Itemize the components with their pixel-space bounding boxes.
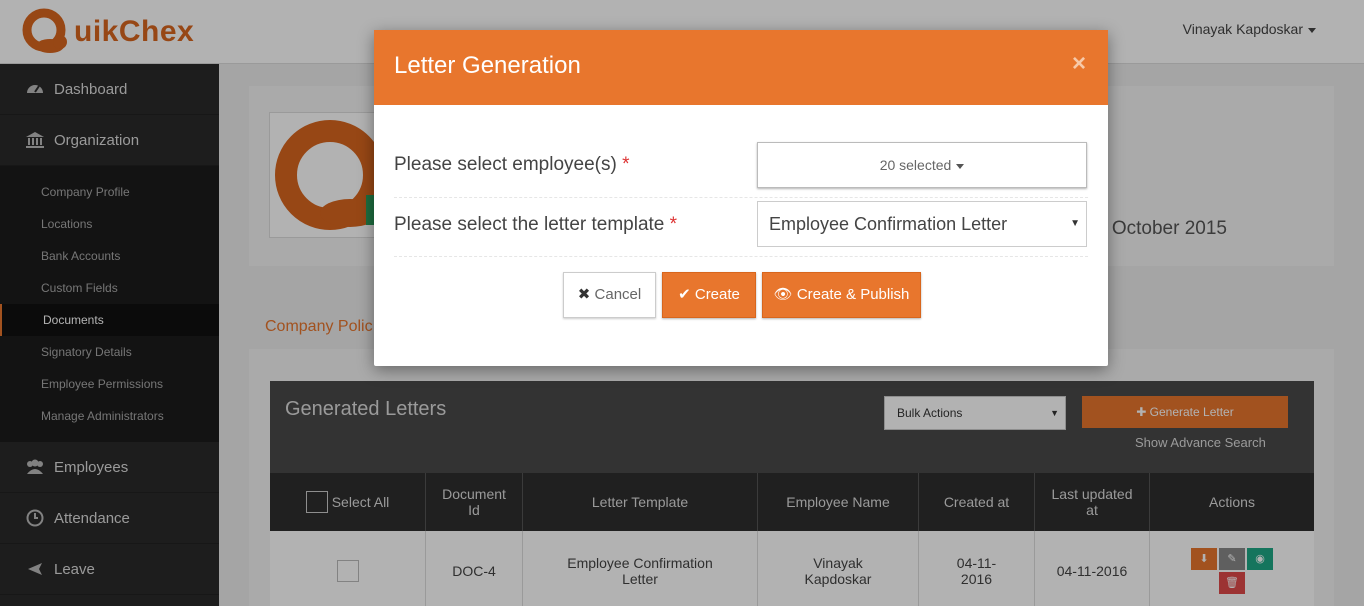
caret-down-icon	[956, 163, 965, 169]
eye-icon: 👁	[773, 286, 793, 303]
template-select-value: Employee Confirmation Letter	[769, 214, 1008, 234]
employee-label-text: Please select employee(s)	[394, 154, 617, 175]
required-mark: *	[622, 154, 630, 175]
template-select-row: Please select the letter template * Empl…	[394, 201, 1088, 257]
chevron-down-icon: ▼	[1070, 218, 1080, 229]
modal-header: Letter Generation ×	[374, 30, 1108, 105]
template-select-label: Please select the letter template *	[394, 214, 677, 236]
letter-generation-modal: Letter Generation × Please select employ…	[374, 30, 1108, 366]
publish-label: Create & Publish	[796, 286, 910, 303]
cancel-label: Cancel	[594, 286, 642, 303]
employee-select-label: Please select employee(s) *	[394, 154, 630, 176]
required-mark: *	[669, 214, 678, 235]
create-and-publish-button[interactable]: 👁 Create & Publish	[762, 272, 921, 318]
close-icon: ✖	[577, 286, 591, 303]
cancel-button[interactable]: ✖ Cancel	[563, 272, 656, 318]
close-icon[interactable]: ×	[1072, 50, 1086, 78]
check-icon: ✔	[678, 286, 691, 303]
employee-select-value: 20 selected	[879, 157, 952, 173]
employee-select-row: Please select employee(s) * 20 selected	[394, 142, 1088, 198]
letter-template-select[interactable]: Employee Confirmation Letter ▼	[757, 201, 1087, 247]
template-label-text: Please select the letter template	[394, 214, 665, 235]
employee-multiselect[interactable]: 20 selected	[757, 142, 1087, 188]
modal-title: Letter Generation	[394, 52, 581, 79]
create-button[interactable]: ✔ Create	[662, 272, 756, 318]
create-label: Create	[694, 286, 740, 303]
